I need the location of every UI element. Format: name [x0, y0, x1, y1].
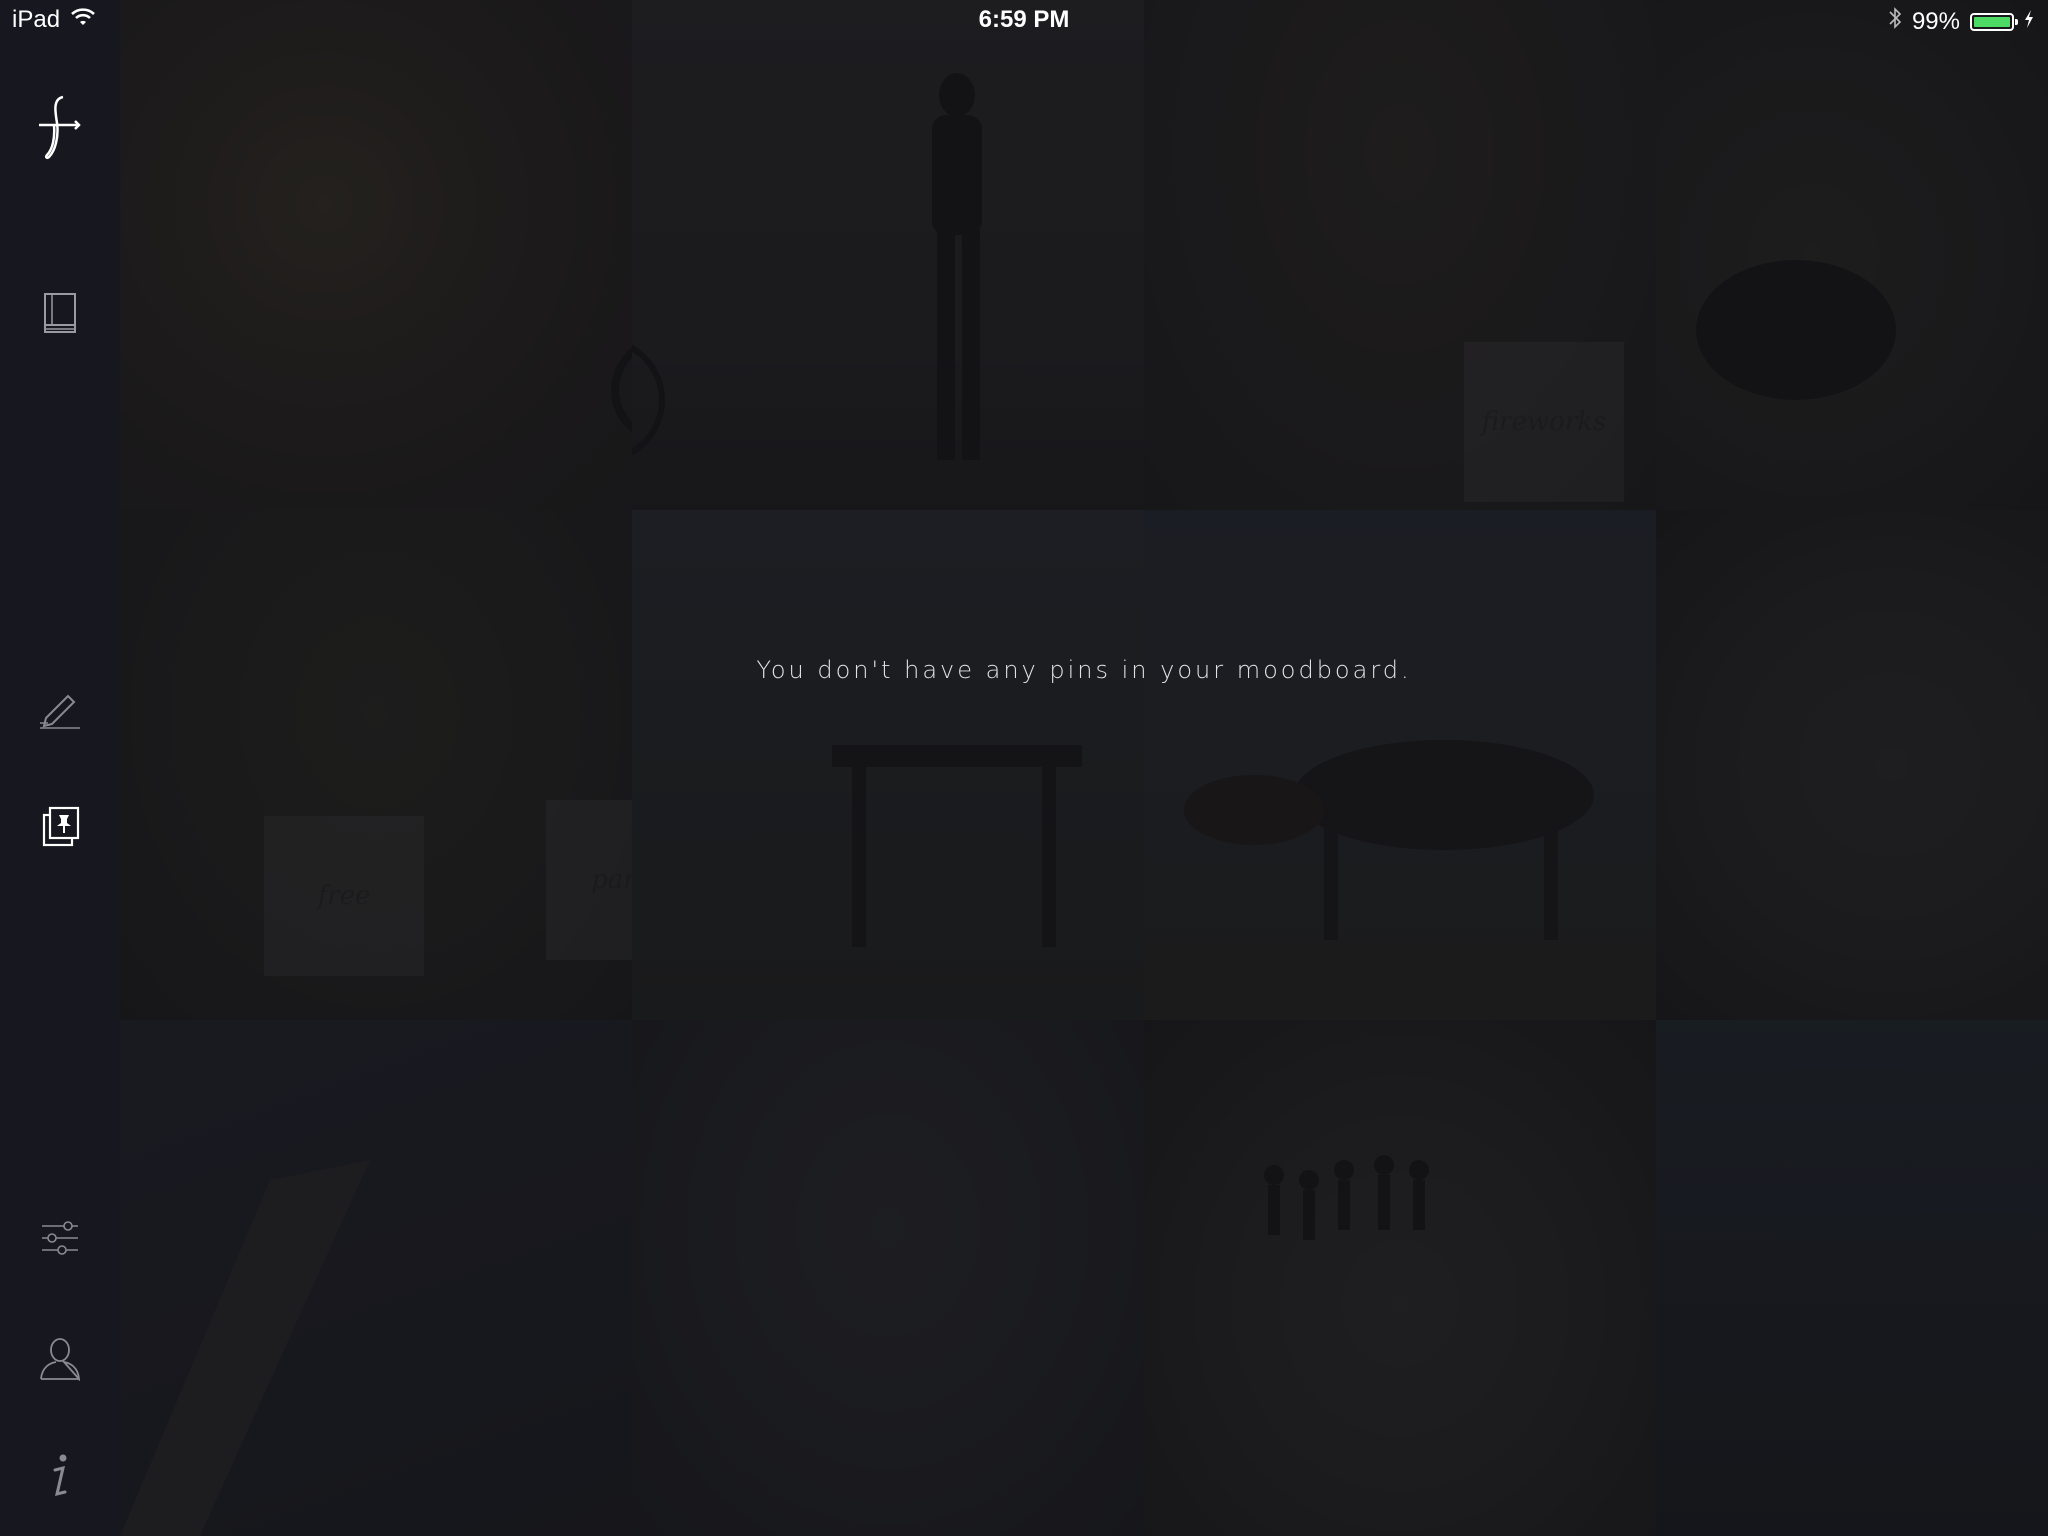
battery-nub: [2015, 18, 2018, 25]
battery-icon: [1970, 12, 2018, 31]
profile-person-icon[interactable]: [30, 1328, 90, 1388]
status-bar: iPad 6:59 PM 99%: [0, 0, 2048, 40]
battery-level: [1974, 16, 2010, 27]
bluetooth-icon: [1888, 6, 1902, 37]
book-icon[interactable]: [30, 284, 90, 344]
pen-icon[interactable]: [30, 678, 90, 738]
moodboard-pins-icon[interactable]: [30, 796, 90, 856]
battery-percent: 99%: [1911, 7, 1960, 35]
backdrop-overlay: [120, 0, 2048, 1536]
settings-sliders-icon[interactable]: [30, 1208, 90, 1268]
clock: 6:59 PM: [978, 6, 1070, 33]
info-icon[interactable]: [30, 1446, 90, 1506]
sidebar: [0, 0, 120, 1536]
charging-icon: [2024, 8, 2034, 36]
empty-moodboard-message: You don't have any pins in your moodboar…: [756, 656, 1412, 684]
app-screen: fireworks free party: [0, 0, 2048, 1536]
app-logo-icon[interactable]: [30, 95, 90, 160]
